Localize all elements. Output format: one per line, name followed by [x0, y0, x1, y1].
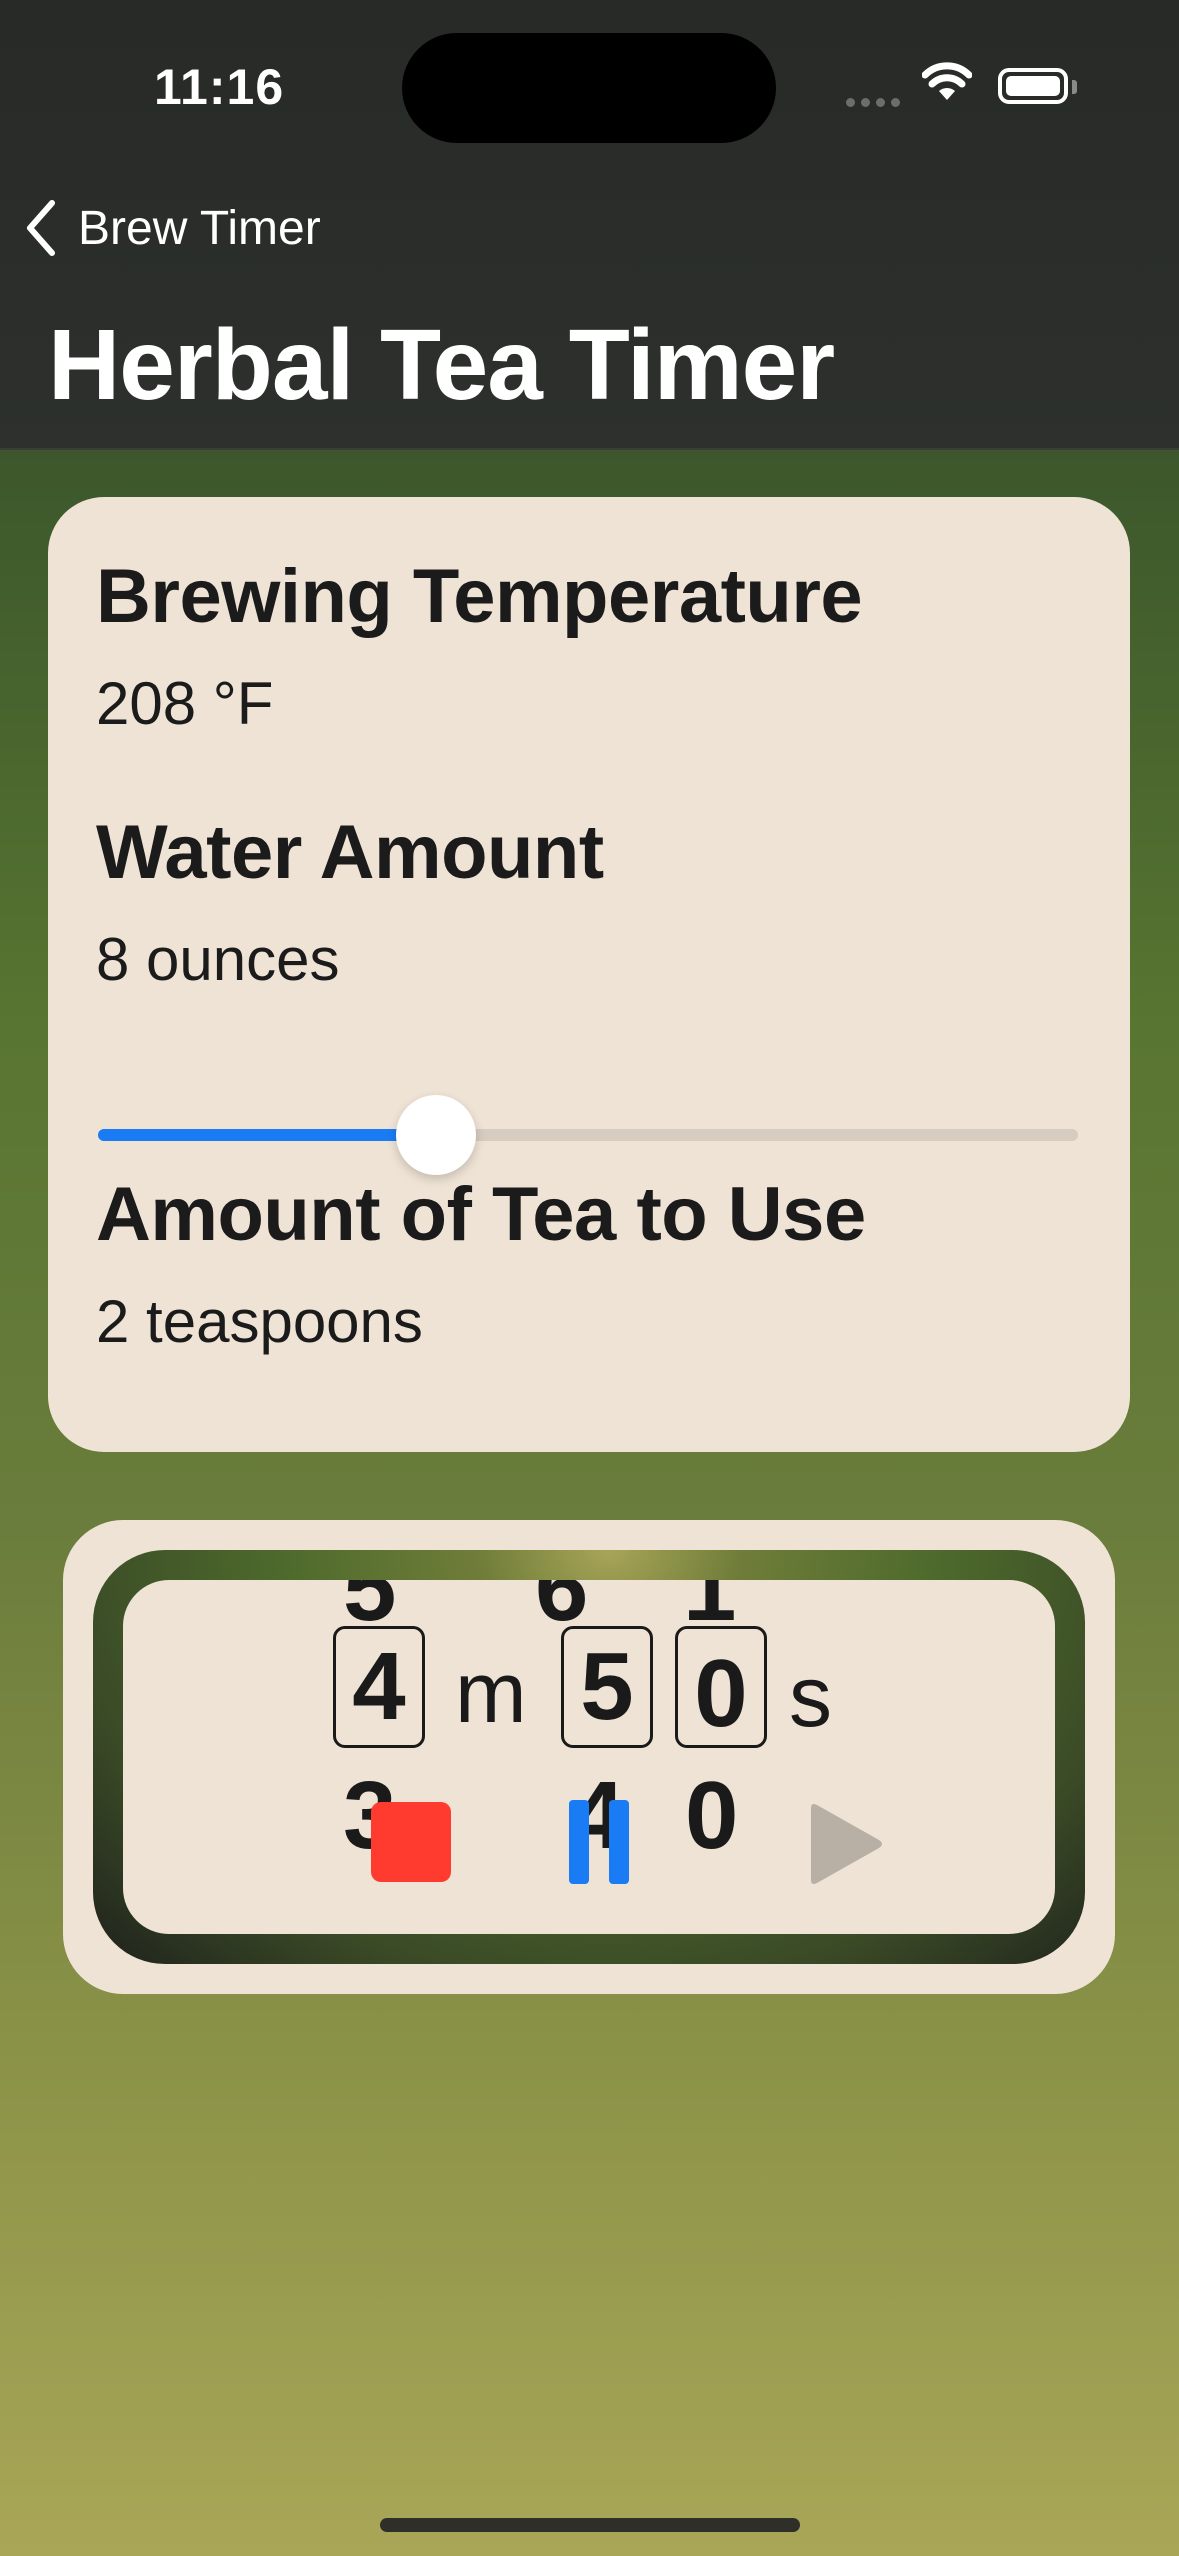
seconds-ones-selected[interactable]: 0: [675, 1626, 767, 1748]
stop-button[interactable]: [371, 1802, 451, 1882]
battery-cap: [1072, 80, 1077, 94]
play-button[interactable]: [805, 1802, 885, 1886]
slider-thumb[interactable]: [396, 1095, 477, 1175]
back-button-label: Brew Timer: [78, 201, 321, 255]
timer-card: 5 4 3 m 6 5 4 1 0 0 s: [63, 1520, 1115, 1994]
water-amount-slider[interactable]: [98, 1093, 1078, 1177]
tea-amount-value: 2 teaspoons: [96, 1288, 423, 1355]
dynamic-island: [402, 33, 776, 143]
temperature-label: Brewing Temperature: [96, 554, 863, 639]
seconds-tens-selected[interactable]: 5: [561, 1626, 653, 1748]
play-icon: [811, 1804, 882, 1884]
wifi-icon: [921, 62, 973, 107]
timer-ring: 5 4 3 m 6 5 4 1 0 0 s: [93, 1550, 1085, 1964]
pause-icon: [569, 1800, 629, 1884]
minutes-unit: m: [455, 1645, 527, 1741]
seconds-ones-below: 0: [685, 1762, 739, 1869]
water-amount-value: 8 ounces: [96, 926, 340, 993]
temperature-value: 208 °F: [96, 670, 274, 737]
minutes-selected[interactable]: 4: [333, 1626, 425, 1748]
slider-track-fill: [98, 1129, 437, 1141]
duration-picker[interactable]: 5 4 3 m 6 5 4 1 0 0 s: [123, 1580, 1055, 1934]
brew-info-card: Brewing Temperature 208 °F Water Amount …: [48, 497, 1130, 1452]
navigation-header: 11:16 Brew Timer Herbal Tea Timer: [0, 0, 1179, 450]
page-title: Herbal Tea Timer: [48, 309, 835, 421]
cellular-signal-icon: [846, 94, 906, 112]
battery-icon: [998, 68, 1068, 104]
chevron-left-icon: [27, 200, 55, 256]
back-button[interactable]: Brew Timer: [24, 196, 321, 260]
home-indicator: [380, 2518, 800, 2532]
pause-button[interactable]: [567, 1800, 631, 1884]
seconds-unit: s: [789, 1649, 832, 1745]
tea-amount-label: Amount of Tea to Use: [96, 1172, 866, 1257]
status-time: 11:16: [154, 59, 285, 115]
water-amount-label: Water Amount: [96, 810, 604, 895]
